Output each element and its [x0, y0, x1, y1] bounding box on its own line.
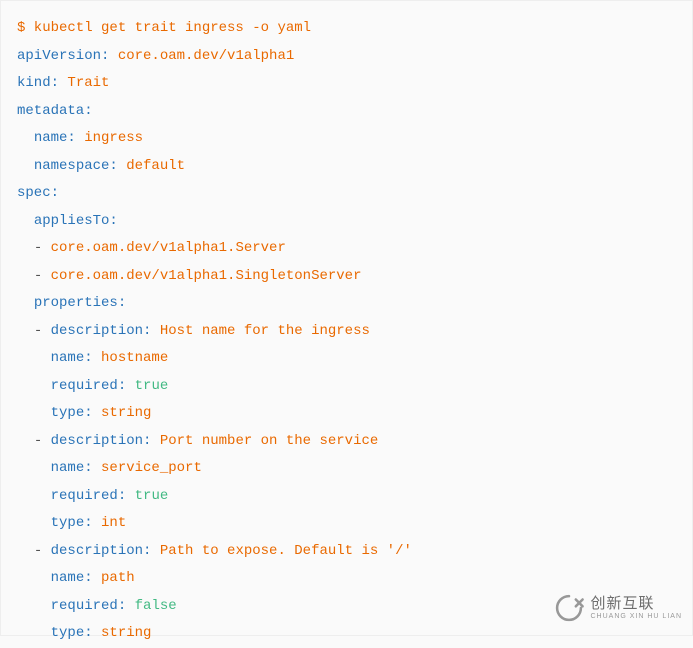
yaml-key: properties: — [34, 295, 126, 311]
yaml-value: false — [126, 598, 176, 614]
yaml-key: apiVersion: — [17, 48, 109, 64]
yaml-value: path — [93, 570, 135, 586]
indent — [17, 350, 51, 366]
yaml-key: type: — [51, 625, 93, 641]
yaml-line: required: true — [17, 483, 676, 511]
yaml-value: core.oam.dev/v1alpha1 — [109, 48, 294, 64]
yaml-key: name: — [51, 350, 93, 366]
yaml-line: namespace: default — [17, 153, 676, 181]
yaml-line: properties: — [17, 290, 676, 318]
indent — [17, 598, 51, 614]
indent — [17, 295, 34, 311]
yaml-line: - core.oam.dev/v1alpha1.SingletonServer — [17, 263, 676, 291]
yaml-line: type: int — [17, 510, 676, 538]
yaml-line: type: string — [17, 400, 676, 428]
yaml-line: kind: Trait — [17, 70, 676, 98]
yaml-key: required: — [51, 598, 127, 614]
yaml-value: Host name for the ingress — [151, 323, 369, 339]
yaml-key: required: — [51, 378, 127, 394]
yaml-key: appliesTo: — [34, 213, 118, 229]
indent — [17, 433, 34, 449]
yaml-key: type: — [51, 405, 93, 421]
yaml-dash: - — [34, 268, 42, 284]
yaml-value: Path to expose. Default is '/' — [151, 543, 411, 559]
indent — [17, 543, 34, 559]
yaml-line: metadata: — [17, 98, 676, 126]
yaml-line: apiVersion: core.oam.dev/v1alpha1 — [17, 43, 676, 71]
yaml-line: - core.oam.dev/v1alpha1.Server — [17, 235, 676, 263]
yaml-line: name: path — [17, 565, 676, 593]
cmd-prompt: $ kubectl get trait ingress — [17, 20, 252, 36]
yaml-key: namespace: — [34, 158, 118, 174]
cmd-line: $ kubectl get trait ingress -o yaml — [17, 15, 676, 43]
yaml-dash: - — [34, 323, 42, 339]
yaml-value: ingress — [76, 130, 143, 146]
yaml-value: hostname — [93, 350, 169, 366]
cmd-flag: -o — [252, 20, 269, 36]
yaml-line: required: true — [17, 373, 676, 401]
indent — [17, 213, 34, 229]
yaml-value: string — [93, 625, 152, 641]
indent — [17, 323, 34, 339]
yaml-key: type: — [51, 515, 93, 531]
yaml-value: default — [118, 158, 185, 174]
indent — [17, 378, 51, 394]
yaml-dash: - — [34, 240, 42, 256]
yaml-key: name: — [34, 130, 76, 146]
indent — [17, 158, 34, 174]
yaml-line: name: service_port — [17, 455, 676, 483]
yaml-value: string — [93, 405, 152, 421]
indent — [17, 130, 34, 146]
yaml-line: name: ingress — [17, 125, 676, 153]
indent — [17, 488, 51, 504]
yaml-line: - description: Port number on the servic… — [17, 428, 676, 456]
yaml-key: name: — [51, 570, 93, 586]
yaml-value: core.oam.dev/v1alpha1.SingletonServer — [42, 268, 361, 284]
yaml-line: spec: — [17, 180, 676, 208]
yaml-dash: - — [34, 543, 42, 559]
watermark: 创新互联 CHUANG XIN HU LIAN — [552, 591, 682, 625]
yaml-key: description: — [42, 433, 151, 449]
yaml-key: name: — [51, 460, 93, 476]
watermark-cn-text: 创新互联 — [590, 596, 682, 611]
watermark-logo-icon — [552, 591, 586, 625]
yaml-line: - description: Path to expose. Default i… — [17, 538, 676, 566]
yaml-key: required: — [51, 488, 127, 504]
yaml-key: metadata: — [17, 103, 93, 119]
yaml-value: Trait — [59, 75, 109, 91]
indent — [17, 405, 51, 421]
yaml-key: description: — [42, 323, 151, 339]
watermark-text: 创新互联 CHUANG XIN HU LIAN — [590, 596, 682, 620]
yaml-value: service_port — [93, 460, 202, 476]
yaml-line: - description: Host name for the ingress — [17, 318, 676, 346]
yaml-value: int — [93, 515, 127, 531]
yaml-value: true — [126, 488, 168, 504]
indent — [17, 268, 34, 284]
indent — [17, 460, 51, 476]
yaml-key: spec: — [17, 185, 59, 201]
yaml-key: description: — [42, 543, 151, 559]
indent — [17, 515, 51, 531]
yaml-value: Port number on the service — [151, 433, 378, 449]
watermark-en-text: CHUANG XIN HU LIAN — [590, 613, 682, 620]
yaml-value: true — [126, 378, 168, 394]
cmd-arg: yaml — [269, 20, 311, 36]
indent — [17, 240, 34, 256]
indent — [17, 570, 51, 586]
yaml-key: kind: — [17, 75, 59, 91]
yaml-line: appliesTo: — [17, 208, 676, 236]
yaml-line: name: hostname — [17, 345, 676, 373]
indent — [17, 625, 51, 641]
yaml-dash: - — [34, 433, 42, 449]
yaml-value: core.oam.dev/v1alpha1.Server — [42, 240, 286, 256]
